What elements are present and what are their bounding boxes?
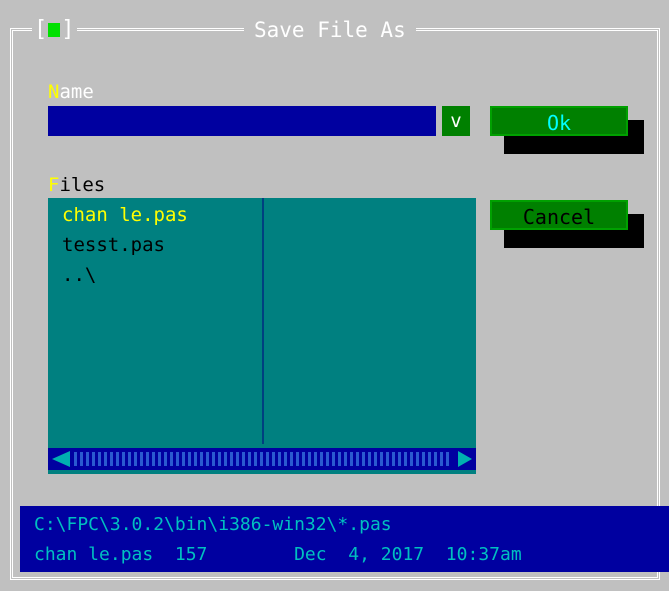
ok-button-group: Ok <box>490 106 650 156</box>
cancel-button-group: Cancel <box>490 200 650 250</box>
name-label[interactable]: Name <box>48 81 94 103</box>
scroll-right-arrow-icon[interactable] <box>458 451 472 467</box>
column-divider <box>262 198 264 444</box>
list-item[interactable]: tesst.pas <box>62 232 165 258</box>
horizontal-scrollbar[interactable] <box>48 448 476 470</box>
close-icon <box>48 23 61 37</box>
list-item[interactable]: chan le.pas <box>62 202 188 228</box>
selected-file-info: chan le.pas 157 Dec 4, 2017 10:37am <box>34 544 522 565</box>
files-label[interactable]: Files <box>48 174 105 196</box>
scroll-left-arrow-icon[interactable] <box>52 451 70 467</box>
list-item[interactable]: ..\ <box>62 262 96 288</box>
ok-button[interactable]: Ok <box>490 106 628 136</box>
scrollbar-track[interactable] <box>74 452 450 466</box>
current-path: C:\FPC\3.0.2\bin\i386-win32\*.pas <box>34 514 392 535</box>
cancel-button[interactable]: Cancel <box>490 200 628 230</box>
history-dropdown-button[interactable]: v <box>442 106 470 136</box>
file-list[interactable]: chan le.pas tesst.pas ..\ <box>48 198 476 474</box>
close-button[interactable]: [] <box>32 15 77 45</box>
save-file-dialog: [] Save File As Name v Ok Files Cancel c… <box>0 0 669 591</box>
file-info-pane: C:\FPC\3.0.2\bin\i386-win32\*.pas chan l… <box>20 506 669 572</box>
file-name-input[interactable] <box>48 106 436 136</box>
dialog-title: Save File As <box>244 15 416 45</box>
